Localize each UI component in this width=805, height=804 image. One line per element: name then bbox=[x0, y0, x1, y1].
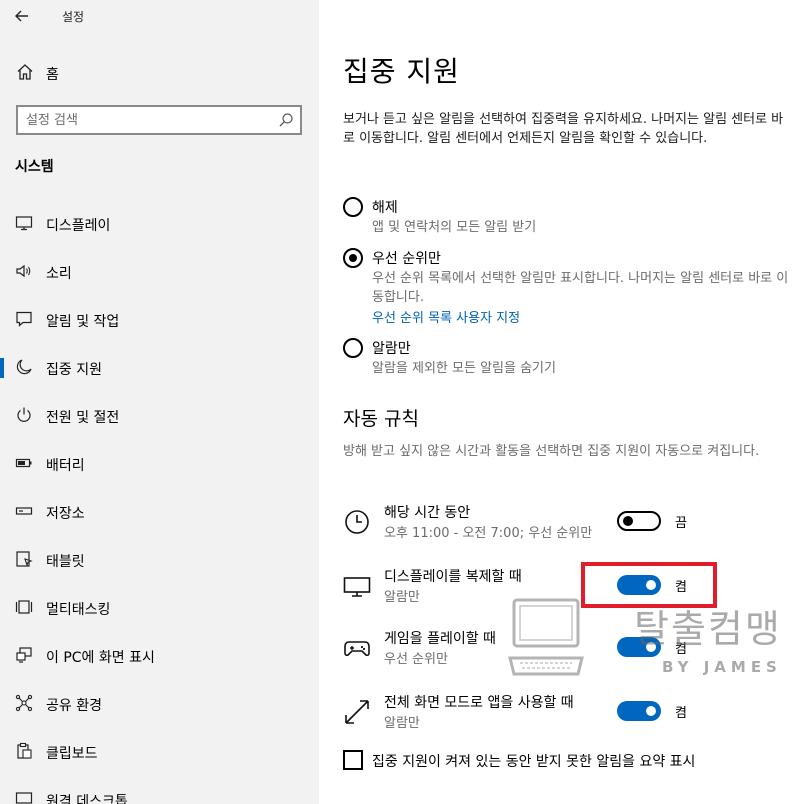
watermark-title: 탈출컴맹 bbox=[634, 607, 782, 651]
radio-label: 알람만 bbox=[372, 341, 411, 357]
radio-label: 해제 bbox=[372, 200, 398, 216]
storage-icon bbox=[15, 502, 33, 520]
sidebar-item-label: 알림 및 작업 bbox=[46, 314, 120, 330]
radio-label: 우선 순위만 bbox=[372, 251, 441, 267]
sidebar-item-storage[interactable]: 저장소 bbox=[0, 488, 319, 536]
radio-dot bbox=[349, 254, 357, 262]
battery-icon bbox=[15, 454, 33, 472]
watermark-subtitle: BY JAMES bbox=[662, 658, 782, 676]
toggle-switch[interactable] bbox=[617, 701, 661, 721]
remote-desktop-icon bbox=[15, 790, 33, 804]
sidebar-item-label: 저장소 bbox=[46, 506, 85, 522]
sidebar-item-power[interactable]: 전원 및 절전 bbox=[0, 392, 319, 440]
rule-full-screen-app[interactable]: 전체 화면 모드로 앱을 사용할 때 알람만 켬 bbox=[343, 692, 793, 742]
multitasking-icon bbox=[15, 598, 33, 616]
clipboard-icon bbox=[15, 742, 33, 760]
rule-subtitle: 알람만 bbox=[384, 716, 420, 731]
home-icon bbox=[15, 62, 35, 82]
rule-subtitle: 우선 순위만 bbox=[384, 652, 448, 667]
fullscreen-icon bbox=[343, 698, 371, 726]
sidebar-item-multitasking[interactable]: 멀티태스킹 bbox=[0, 584, 319, 632]
share-icon bbox=[15, 694, 33, 712]
rule-title: 디스플레이를 복제할 때 bbox=[384, 569, 522, 585]
app-title: 설정 bbox=[62, 10, 85, 24]
auto-rules-description: 방해 받고 싶지 않은 시간과 활동을 선택하면 집중 지원이 자동으로 켜집니… bbox=[343, 444, 760, 459]
section-heading: 시스템 bbox=[15, 159, 54, 175]
radio-button[interactable] bbox=[343, 338, 363, 358]
sidebar: 설정 홈 시스템 디스플레이 소리 알림 및 작업 집중 지원 bbox=[0, 0, 319, 804]
sidebar-item-label: 이 PC에 화면 표시 bbox=[46, 650, 155, 666]
sidebar-item-notifications[interactable]: 알림 및 작업 bbox=[0, 296, 319, 344]
sidebar-home[interactable]: 홈 bbox=[0, 56, 319, 90]
sidebar-item-label: 원격 데스크톱 bbox=[46, 794, 128, 804]
sidebar-item-label: 전원 및 절전 bbox=[46, 410, 120, 426]
sidebar-item-label: 배터리 bbox=[46, 458, 85, 474]
sidebar-item-battery[interactable]: 배터리 bbox=[0, 440, 319, 488]
sidebar-item-label: 클립보드 bbox=[46, 746, 98, 762]
radio-description: 앱 및 연락처의 모든 알림 받기 bbox=[372, 220, 537, 235]
sidebar-item-label: 소리 bbox=[46, 266, 72, 282]
search-box[interactable] bbox=[16, 105, 302, 135]
page-title: 집중 지원 bbox=[343, 55, 460, 88]
checkbox-label: 집중 지원이 켜져 있는 동안 받지 못한 알림을 요약 표시 bbox=[372, 754, 696, 770]
tablet-icon bbox=[15, 550, 33, 568]
sidebar-item-display[interactable]: 디스플레이 bbox=[0, 200, 319, 248]
moon-icon bbox=[15, 358, 33, 376]
search-input[interactable] bbox=[26, 111, 266, 129]
toggle-switch[interactable] bbox=[617, 511, 661, 531]
sidebar-nav: 디스플레이 소리 알림 및 작업 집중 지원 전원 및 절전 배터리 저장소 태… bbox=[0, 200, 319, 804]
checkbox[interactable] bbox=[343, 750, 363, 770]
rule-title: 게임을 플레이할 때 bbox=[384, 631, 496, 647]
sidebar-item-label: 멀티태스킹 bbox=[46, 602, 111, 618]
project-icon bbox=[15, 646, 33, 664]
sidebar-item-remote-desktop[interactable]: 원격 데스크톱 bbox=[0, 776, 319, 804]
title-bar: 설정 bbox=[0, 0, 319, 34]
gamepad-icon bbox=[343, 634, 371, 662]
toggle-state: 켬 bbox=[675, 706, 687, 721]
sidebar-item-clipboard[interactable]: 클립보드 bbox=[0, 728, 319, 776]
rule-title: 전체 화면 모드로 앱을 사용할 때 bbox=[384, 695, 574, 711]
computer-icon bbox=[508, 596, 584, 678]
rule-during-these-times[interactable]: 해당 시간 동안 오후 11:00 - 오전 7:00; 우선 순위만 끔 bbox=[343, 502, 793, 552]
home-label: 홈 bbox=[46, 67, 59, 83]
rule-title: 해당 시간 동안 bbox=[384, 505, 471, 521]
toggle-state: 끔 bbox=[675, 516, 687, 531]
monitor-icon bbox=[343, 572, 371, 600]
watermark: 탈출컴맹 BY JAMES bbox=[508, 594, 798, 684]
toggle-knob bbox=[646, 706, 656, 716]
display-icon bbox=[15, 214, 33, 232]
rule-subtitle: 오후 11:00 - 오전 7:00; 우선 순위만 bbox=[384, 526, 593, 541]
clock-icon bbox=[343, 508, 371, 536]
radio-description: 알람을 제외한 모든 알림을 숨기기 bbox=[372, 361, 556, 376]
page-description: 보거나 듣고 싶은 알림을 선택하여 집중력을 유지하세요. 나머지는 알림 센… bbox=[343, 112, 784, 146]
sidebar-item-sound[interactable]: 소리 bbox=[0, 248, 319, 296]
search-icon[interactable] bbox=[278, 112, 294, 128]
radio-description: 우선 순위 목록에서 선택한 알림만 표시합니다. 나머지는 알림 센터로 바로… bbox=[372, 271, 789, 305]
auto-rules-heading: 자동 규칙 bbox=[343, 408, 419, 430]
radio-button[interactable] bbox=[343, 197, 363, 217]
sidebar-item-tablet[interactable]: 태블릿 bbox=[0, 536, 319, 584]
toggle-knob bbox=[623, 516, 633, 526]
rule-subtitle: 알람만 bbox=[384, 590, 420, 605]
sidebar-item-label: 디스플레이 bbox=[46, 218, 111, 234]
sidebar-item-label: 공유 환경 bbox=[46, 698, 102, 714]
notification-icon bbox=[15, 310, 33, 328]
sidebar-item-focus-assist[interactable]: 집중 지원 bbox=[0, 344, 319, 392]
power-icon bbox=[15, 406, 33, 424]
back-arrow-icon[interactable] bbox=[12, 6, 32, 26]
speaker-icon bbox=[15, 262, 33, 280]
sidebar-item-label: 집중 지원 bbox=[46, 362, 102, 378]
radio-button-selected[interactable] bbox=[343, 248, 363, 268]
sidebar-item-project[interactable]: 이 PC에 화면 표시 bbox=[0, 632, 319, 680]
sidebar-item-shared-experiences[interactable]: 공유 환경 bbox=[0, 680, 319, 728]
customize-priority-link[interactable]: 우선 순위 목록 사용자 지정 bbox=[372, 307, 520, 326]
sidebar-item-label: 태블릿 bbox=[46, 554, 85, 570]
